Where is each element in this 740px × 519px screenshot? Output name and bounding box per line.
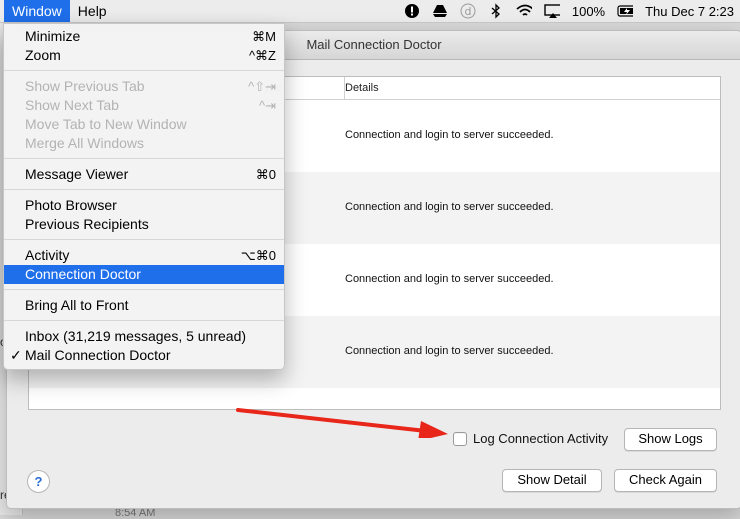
menu-item-shortcut: ⌘M [252,29,276,44]
menu-item-label: Message Viewer [25,166,129,182]
menu-item-zoom[interactable]: Zoom ^⌘Z [4,46,284,65]
battery-icon[interactable] [617,3,634,19]
log-activity-label[interactable]: Log Connection Activity [473,431,608,446]
menu-separator [4,158,284,159]
annotation-arrow [236,408,448,438]
menu-item-label: Previous Recipients [25,216,149,232]
wifi-icon[interactable] [516,3,532,19]
log-activity-checkbox[interactable] [453,431,467,446]
menu-item-previous-recipients[interactable]: Previous Recipients [4,215,284,234]
log-activity-option[interactable]: Log Connection Activity [453,431,608,446]
menu-item-show-next-tab[interactable]: Show Next Tab ^⇥ [4,96,284,115]
menu-item-label: Show Next Tab [25,97,119,113]
status-area: d 100% Thu Dec 7 2:23 [404,0,740,22]
menu-item-label: Move Tab to New Window [25,116,187,132]
show-detail-button[interactable]: Show Detail [502,469,602,492]
bluetooth-icon[interactable] [488,3,504,19]
menu-item-label: Mail Connection Doctor [25,347,171,363]
menu-item-message-viewer[interactable]: Message Viewer ⌘0 [4,165,284,184]
menu-separator [4,189,284,190]
menu-item-shortcut: ^⇥ [259,98,276,113]
menu-item-label: Connection Doctor [25,266,141,282]
airplay-icon[interactable] [544,3,560,19]
svg-text:d: d [464,5,471,18]
checkmark-icon: ✓ [10,347,22,363]
show-logs-button[interactable]: Show Logs [624,428,717,451]
menubar-clock[interactable]: Thu Dec 7 2:23 [645,4,734,19]
menu-item-mail-connection-doctor[interactable]: ✓ Mail Connection Doctor [4,346,284,365]
menu-separator [4,239,284,240]
menu-item-minimize[interactable]: Minimize ⌘M [4,27,284,46]
help-button[interactable]: ? [27,470,50,493]
menu-help[interactable]: Help [70,0,115,22]
menu-item-label: Merge All Windows [25,135,145,151]
column-header-details[interactable]: Details [340,77,379,99]
menu-bar: Window Help d 100% Thu Dec 7 2:23 [0,0,740,23]
menu-item-label: Zoom [25,47,61,63]
menu-separator [4,70,284,71]
menu-item-merge-windows[interactable]: Merge All Windows [4,134,284,153]
menu-item-shortcut: ^⇧⇥ [248,79,276,94]
battery-percent: 100% [571,3,606,19]
menu-item-photo-browser[interactable]: Photo Browser [4,196,284,215]
menu-separator [4,289,284,290]
menu-item-label: Inbox (31,219 messages, 5 unread) [25,328,247,344]
menu-item-label: Minimize [25,28,81,44]
drive-icon[interactable] [432,3,448,19]
menu-item-show-previous-tab[interactable]: Show Previous Tab ^⇧⇥ [4,77,284,96]
menu-item-label: Photo Browser [25,197,117,213]
menu-item-shortcut: ^⌘Z [248,48,276,63]
menu-item-bring-all-to-front[interactable]: Bring All to Front [4,296,284,315]
check-again-button[interactable]: Check Again [614,469,717,492]
menu-item-label: Activity [25,247,70,263]
dropbox-d-icon[interactable]: d [460,3,476,19]
menu-window[interactable]: Window [4,0,70,22]
menu-item-shortcut: ⌘0 [255,167,276,182]
alert-icon[interactable] [404,3,420,19]
row-detail: Connection and login to server succeeded… [345,129,554,141]
window-menu-dropdown: Minimize ⌘M Zoom ^⌘Z Show Previous Tab ^… [3,23,285,370]
menu-item-inbox-window[interactable]: Inbox (31,219 messages, 5 unread) [4,327,284,346]
menu-item-move-tab[interactable]: Move Tab to New Window [4,115,284,134]
menu-item-shortcut: ⌥⌘0 [240,248,276,263]
menu-item-label: Show Previous Tab [25,78,145,94]
row-detail: Connection and login to server succeeded… [345,201,554,213]
menu-separator [4,320,284,321]
row-detail: Connection and login to server succeeded… [345,345,554,357]
menu-item-connection-doctor[interactable]: Connection Doctor [4,265,284,284]
menu-item-label: Bring All to Front [25,297,129,313]
row-detail: Connection and login to server succeeded… [345,273,554,285]
menu-item-activity[interactable]: Activity ⌥⌘0 [4,246,284,265]
